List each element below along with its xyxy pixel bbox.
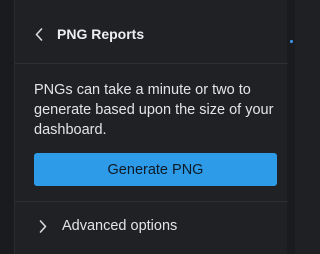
chevron-left-icon bbox=[35, 27, 43, 41]
description-text: PNGs can take a minute or two to generat… bbox=[34, 82, 274, 138]
section-divider bbox=[15, 201, 288, 202]
advanced-chevron bbox=[34, 215, 52, 237]
advanced-options-toggle[interactable]: Advanced options bbox=[34, 213, 177, 239]
background-left-edge bbox=[0, 0, 14, 254]
generate-png-button[interactable]: Generate PNG bbox=[34, 153, 277, 186]
advanced-options-label: Advanced options bbox=[62, 218, 178, 234]
png-reports-panel: PNG Reports PNGs can take a minute or tw… bbox=[14, 0, 288, 254]
background-right-edge bbox=[287, 0, 295, 254]
panel-header: PNG Reports bbox=[15, 12, 288, 56]
back-button[interactable] bbox=[29, 22, 49, 46]
page: PNG Reports PNGs can take a minute or tw… bbox=[0, 0, 295, 254]
header-divider bbox=[15, 63, 288, 64]
chevron-right-icon bbox=[39, 219, 47, 233]
panel-title: PNG Reports bbox=[57, 26, 145, 42]
background-accent-mark bbox=[290, 40, 293, 43]
